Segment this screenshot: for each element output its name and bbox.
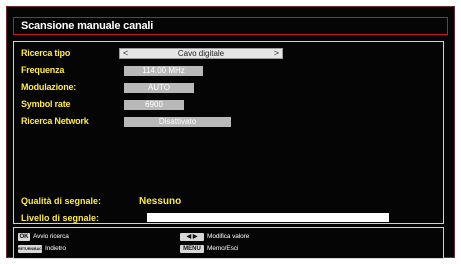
menu-key-icon: MENU [180, 245, 204, 253]
search-type-selector[interactable]: < Cavo digitale > [119, 48, 283, 59]
network-search-label: Ricerca Network [21, 116, 89, 126]
ok-hint: Avvio ricerca [33, 233, 69, 240]
chevron-right-icon[interactable]: > [274, 48, 279, 58]
help-bar: OK Avvio ricerca RETURN/BACK Indietro ◀ … [13, 227, 444, 259]
page-title: Scansione manuale canali [21, 20, 154, 32]
manual-scan-panel: Scansione manuale canali Ricerca tipo < … [6, 6, 455, 259]
modulation-label: Modulazione: [21, 82, 77, 92]
chevron-left-icon[interactable]: < [123, 48, 128, 58]
signal-level-bar [147, 213, 389, 222]
back-hint: Indietro [45, 245, 66, 252]
modulation-field[interactable]: AUTO [124, 83, 194, 93]
signal-level-label: Livello di segnale: [21, 213, 100, 223]
tv-screen: Scansione manuale canali Ricerca tipo < … [0, 0, 461, 264]
symbol-rate-field[interactable]: 6900 [124, 100, 184, 110]
search-type-label: Ricerca tipo [21, 48, 71, 58]
signal-quality-label: Qualità di segnale: [21, 196, 102, 206]
signal-quality-value: Nessuno [139, 196, 182, 207]
title-bar: Scansione manuale canali [13, 17, 448, 35]
modify-value-hint: Modifica valore [207, 233, 250, 240]
return-key-icon: RETURN/BACK [18, 245, 45, 253]
network-search-field[interactable]: Disattivato [124, 117, 231, 127]
frequency-field[interactable]: 114.00 MHz [124, 66, 203, 76]
frequency-label: Frequenza [21, 65, 65, 75]
memo-exit-hint: Memo/Esci [207, 245, 239, 252]
arrow-keys-icon: ◀ ▶ [180, 233, 204, 241]
settings-area: Ricerca tipo < Cavo digitale > Frequenza… [13, 41, 444, 224]
ok-key-icon: OK [18, 233, 30, 241]
symbol-rate-label: Symbol rate [21, 99, 71, 109]
search-type-value: Cavo digitale [177, 49, 225, 58]
